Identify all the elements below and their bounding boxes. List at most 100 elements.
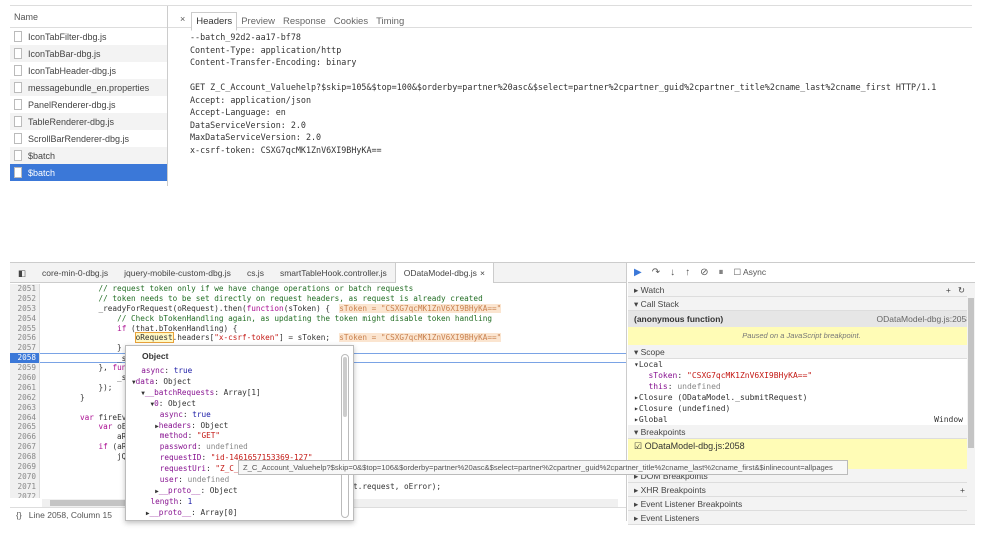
line-number[interactable]: 2068 (10, 452, 40, 463)
property-row[interactable]: method: "GET" (126, 431, 353, 442)
property-key: __proto__ (149, 507, 192, 517)
property-row[interactable]: ▼data: Object (126, 377, 353, 388)
request-row[interactable]: messagebundle_en.properties (10, 79, 167, 96)
line-number[interactable]: 2069 (10, 462, 40, 472)
code-token: "x-csrf-token" (214, 333, 280, 343)
line-number[interactable]: 2067 (10, 442, 40, 453)
tab-response[interactable]: Response (279, 13, 330, 30)
property-row[interactable]: length: 1 (126, 497, 353, 508)
request-row[interactable]: IconTabHeader-dbg.js (10, 62, 167, 79)
deactivate-breakpoints-icon[interactable]: ⊘ (700, 267, 708, 278)
async-label: Async (743, 267, 767, 277)
line-number[interactable]: 2055 (10, 323, 40, 334)
tab-headers[interactable]: Headers (191, 12, 238, 31)
line-number[interactable]: 2071 (10, 481, 40, 492)
scope-variable[interactable]: sToken: "CSXG7qcMK1ZnV6XI9BHyKA==" (628, 370, 975, 381)
request-row[interactable]: PanelRenderer-dbg.js (10, 96, 167, 113)
scope-closure-submit[interactable]: ▸Closure (ODataModel._submitRequest) (628, 392, 975, 403)
scope-section[interactable]: ▾ Scope (628, 345, 975, 359)
line-number[interactable]: 2051 (10, 284, 40, 294)
line-number[interactable]: 2053 (10, 303, 40, 314)
step-into-icon[interactable]: ↓ (670, 267, 675, 278)
scope-global[interactable]: ▸ Global Window (628, 414, 975, 425)
scope-variable[interactable]: this: undefined (628, 381, 975, 392)
resume-icon[interactable]: ▶ (634, 267, 642, 278)
network-panel: Name IconTabFilter-dbg.js IconTabBar-dbg.… (10, 5, 972, 210)
request-row[interactable]: IconTabFilter-dbg.js (10, 28, 167, 45)
property-row[interactable]: password: undefined (126, 442, 353, 453)
breakpoints-section[interactable]: ▾ Breakpoints (628, 425, 975, 439)
name-column-header[interactable]: Name (10, 6, 167, 28)
frame-name: (anonymous function) (634, 314, 724, 324)
close-tab-icon[interactable]: × (480, 268, 485, 278)
add-watch-button[interactable]: + (946, 285, 951, 295)
frame-location[interactable]: ODataModel-dbg.js:2058 (876, 311, 975, 327)
breakpoint-checkbox[interactable]: ☑ (634, 441, 642, 451)
source-tab[interactable]: core-min-0-dbg.js (34, 263, 116, 283)
request-row[interactable]: $batch (10, 164, 167, 181)
line-number[interactable]: 2063 (10, 402, 40, 413)
toggle-navigator-icon[interactable]: ◧ (10, 263, 34, 283)
details-tabs: × Headers Preview Response Cookies Timing (168, 6, 972, 31)
request-row[interactable]: TableRenderer-dbg.js (10, 113, 167, 130)
source-tab[interactable]: ODataModel-dbg.js × (394, 262, 494, 283)
source-tab[interactable]: cs.js (239, 263, 272, 283)
xhr-breakpoints-section[interactable]: ▸ XHR Breakpoints + (628, 483, 975, 497)
scope-local[interactable]: ▾Local (628, 359, 975, 370)
property-row[interactable]: ▼__batchRequests: Array[1] (126, 388, 353, 399)
property-row[interactable]: ▼0: Object (126, 399, 353, 410)
pause-on-exceptions-icon[interactable]: ⏸ (718, 267, 723, 278)
async-checkbox[interactable]: ☐ Async (733, 267, 766, 278)
request-row[interactable]: $batch (10, 147, 167, 164)
call-stack-section[interactable]: ▾ Call Stack (628, 297, 975, 311)
pretty-print-icon[interactable]: {} (16, 510, 22, 520)
line-number[interactable]: 2054 (10, 313, 40, 324)
header-line: Content-Transfer-Encoding: binary (190, 57, 357, 67)
call-stack-label: Call Stack (640, 299, 679, 309)
tab-preview[interactable]: Preview (237, 13, 279, 30)
line-number[interactable]: 2057 (10, 343, 40, 354)
tab-cookies[interactable]: Cookies (330, 13, 372, 30)
property-row[interactable]: ▶headers: Object (126, 421, 353, 432)
line-number[interactable]: 2056 (10, 333, 40, 344)
line-number[interactable]: 2066 (10, 432, 40, 443)
property-row[interactable]: ▶__proto__: Object (126, 486, 353, 497)
line-number[interactable]: 2064 (10, 412, 40, 423)
line-number[interactable]: 2065 (10, 422, 40, 433)
property-row[interactable]: user: undefined (126, 475, 353, 486)
line-number[interactable]: 2060 (10, 373, 40, 383)
property-row[interactable]: async: true (126, 410, 353, 421)
colon: : (667, 382, 678, 391)
code-token: var (80, 412, 94, 422)
tab-timing[interactable]: Timing (372, 13, 408, 30)
popover-scrollbar[interactable] (341, 354, 349, 518)
source-tab[interactable]: smartTableHook.controller.js (272, 263, 395, 283)
line-number[interactable]: 2061 (10, 382, 40, 393)
property-row[interactable]: async: true (126, 366, 353, 377)
sidebar-scrollbar[interactable] (967, 284, 975, 519)
refresh-watch-button[interactable]: ↻ (958, 285, 965, 295)
request-row[interactable]: IconTabBar-dbg.js (10, 45, 167, 62)
line-number[interactable]: 2058 (10, 353, 40, 364)
line-number[interactable]: 2070 (10, 471, 40, 482)
line-number[interactable]: 2059 (10, 363, 40, 374)
property-row[interactable]: ▶__proto__: Object (126, 519, 353, 520)
property-row[interactable]: ▶__proto__: Array[0] (126, 508, 353, 519)
step-over-icon[interactable]: ↷ (652, 267, 660, 278)
event-listener-breakpoints-section[interactable]: ▸ Event Listener Breakpoints (628, 497, 975, 511)
code-token: .headers[ (172, 333, 215, 343)
event-listeners-section[interactable]: ▸ Event Listeners (628, 511, 975, 525)
call-frame[interactable]: (anonymous function) ODataModel-dbg.js:20… (628, 311, 975, 327)
code-token: _s (43, 354, 127, 364)
scope-closure-undefined[interactable]: ▸Closure (undefined) (628, 403, 975, 414)
source-tab[interactable]: jquery-mobile-custom-dbg.js (116, 263, 239, 283)
watch-section[interactable]: ▸ Watch + ↻ (628, 283, 975, 297)
line-number[interactable]: 2062 (10, 392, 40, 403)
line-number[interactable]: 2052 (10, 293, 40, 304)
step-out-icon[interactable]: ↑ (685, 267, 690, 278)
close-details-button[interactable]: × (174, 11, 191, 27)
line-number[interactable]: 2072 (10, 491, 40, 498)
request-row[interactable]: ScrollBarRenderer-dbg.js (10, 130, 167, 147)
